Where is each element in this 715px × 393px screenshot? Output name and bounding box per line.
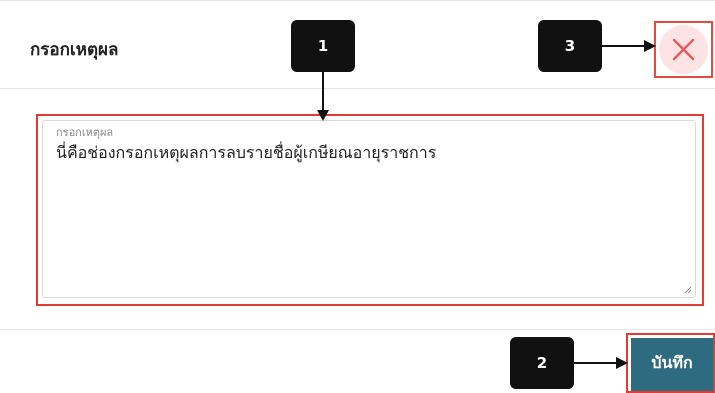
arrowhead-1 <box>317 110 329 121</box>
marker-1: 1 <box>291 20 355 72</box>
arrowhead-3 <box>644 40 656 52</box>
marker-3: 3 <box>538 20 602 72</box>
marker-2: 2 <box>510 337 574 389</box>
annotation-arrows <box>317 40 656 369</box>
arrowhead-2 <box>616 357 628 369</box>
